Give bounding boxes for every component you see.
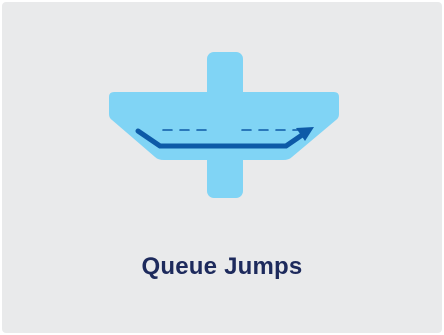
card-title: Queue Jumps <box>141 253 303 280</box>
main-road-shape <box>109 92 339 160</box>
feature-card[interactable]: Queue Jumps <box>2 2 442 333</box>
queue-jump-intersection-icon <box>109 52 339 198</box>
